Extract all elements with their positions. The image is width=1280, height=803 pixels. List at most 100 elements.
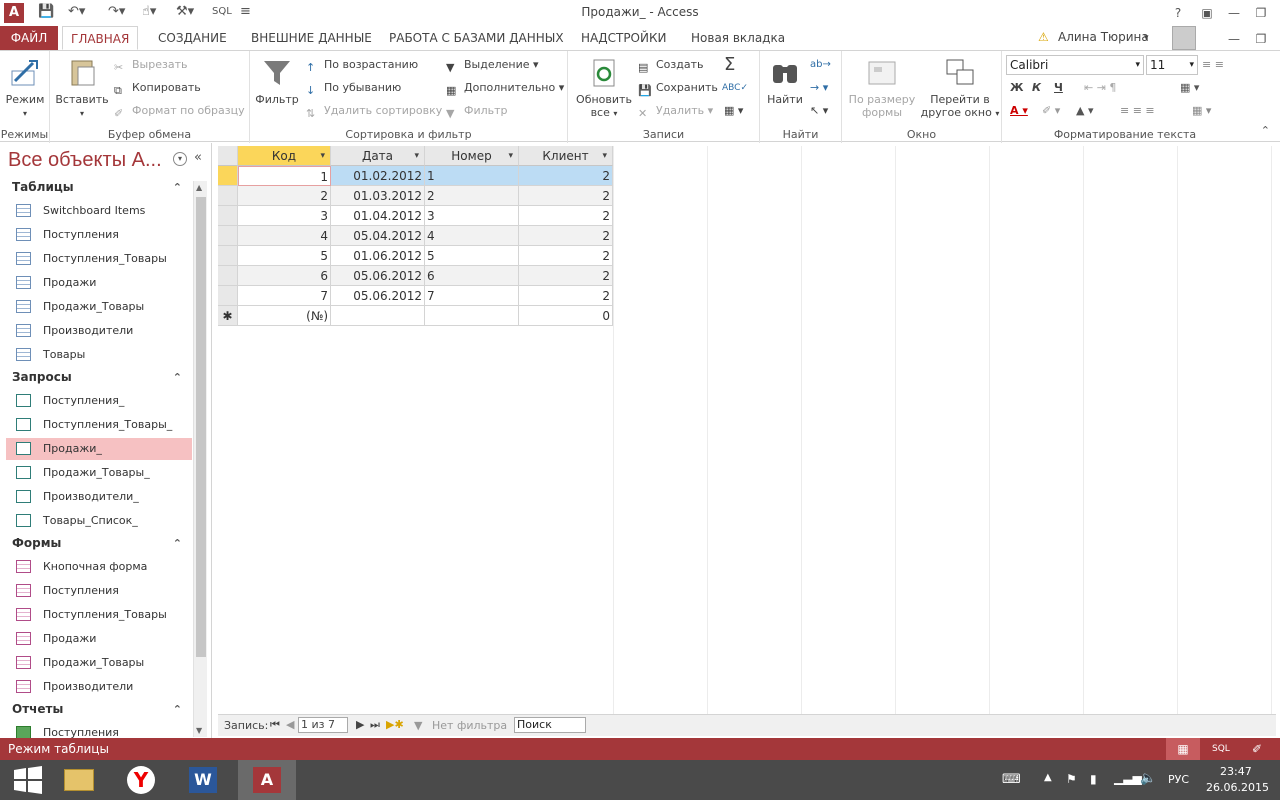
nav-item[interactable]: Кнопочная форма <box>6 556 192 578</box>
keyboard-icon[interactable]: ⌨ <box>1002 772 1021 787</box>
indent-icon[interactable]: ⇤ ⇥ ¶ <box>1084 78 1116 98</box>
nav-item[interactable]: Поступления_Товары_ <box>6 414 192 436</box>
table-cell[interactable]: 5 <box>238 246 331 266</box>
totals-icon[interactable]: Σ <box>724 55 735 75</box>
tab-new[interactable]: Новая вкладка <box>683 26 793 50</box>
row-selector[interactable] <box>218 226 238 246</box>
nav-item[interactable]: Поступления <box>6 580 192 602</box>
spelling-icon[interactable]: ABC✓ <box>722 78 748 98</box>
collapse-section-icon[interactable]: ⌃ <box>173 367 182 389</box>
row-selector[interactable] <box>218 266 238 286</box>
user-name[interactable]: Алина Тюрина <box>1058 30 1149 44</box>
table-cell[interactable]: 05.06.2012 <box>331 286 425 306</box>
selection-button[interactable]: ▼ Выделение ▾ <box>446 55 539 75</box>
goto-icon[interactable]: → ▾ <box>810 78 828 98</box>
refresh-all-button[interactable]: Обновить все ▾ <box>572 55 636 125</box>
help-button[interactable]: ? <box>1166 3 1190 23</box>
table-cell[interactable]: 01.03.2012 <box>331 186 425 206</box>
restore-button[interactable]: ❐ <box>1249 3 1273 23</box>
table-cell[interactable]: 2 <box>519 266 613 286</box>
table-cell[interactable]: 5 <box>425 246 519 266</box>
remove-sort-button[interactable]: ⇅ Удалить сортировку <box>306 101 442 121</box>
save-record-button[interactable]: 💾 Сохранить <box>638 78 718 98</box>
avatar[interactable] <box>1172 26 1196 50</box>
shutter-bar-icon[interactable]: « <box>194 150 202 165</box>
nav-item[interactable]: Товары_Список_ <box>6 510 192 532</box>
column-header[interactable]: Клиент ▾ <box>519 146 613 166</box>
table-cell[interactable]: 6 <box>238 266 331 286</box>
next-record-icon[interactable]: ▶ <box>356 718 364 731</box>
nav-menu-icon[interactable]: ▾ <box>173 152 187 166</box>
tab-file[interactable]: ФАЙЛ <box>0 26 58 50</box>
nav-item[interactable]: Продажи_ <box>6 438 192 460</box>
access-taskbar-button[interactable]: A <box>238 760 296 800</box>
column-filter-dropdown-icon[interactable]: ▾ <box>414 146 419 166</box>
more-records-icon[interactable]: ▦ ▾ <box>724 101 743 121</box>
table-cell[interactable]: 1 <box>238 166 331 186</box>
row-selector[interactable] <box>218 206 238 226</box>
collapse-section-icon[interactable]: ⌃ <box>173 177 182 199</box>
paste-button[interactable]: Вставить ▾ <box>54 55 110 125</box>
doc-restore-button[interactable]: ❐ <box>1249 29 1273 49</box>
table-cell[interactable]: 3 <box>425 206 519 226</box>
first-record-icon[interactable]: ⏮ <box>270 718 280 732</box>
italic-button[interactable]: К <box>1032 78 1041 98</box>
font-size-combo[interactable]: 11 ▾ <box>1146 55 1198 75</box>
font-color-icon[interactable]: A ▾ <box>1010 101 1028 121</box>
find-button[interactable]: Найти <box>762 55 808 125</box>
table-cell[interactable]: 1 <box>425 166 519 186</box>
tab-external-data[interactable]: ВНЕШНИЕ ДАННЫЕ <box>243 26 380 50</box>
ribbon-display-icon[interactable]: ▣ <box>1195 3 1219 23</box>
nav-item[interactable]: Поступления_ <box>6 390 192 412</box>
signal-icon[interactable]: ▁▃▅ <box>1114 771 1142 785</box>
table-cell[interactable]: 2 <box>519 206 613 226</box>
table-cell[interactable]: 2 <box>519 246 613 266</box>
table-cell[interactable]: 7 <box>425 286 519 306</box>
delete-record-button[interactable]: ✕ Удалить ▾ <box>638 101 713 121</box>
nav-section-tables[interactable]: Таблицы ⌃ <box>6 176 192 198</box>
row-selector[interactable] <box>218 246 238 266</box>
datasheet-view-icon[interactable]: ▦ <box>1166 738 1200 760</box>
no-filter-icon[interactable]: ▼ <box>414 719 422 732</box>
last-record-icon[interactable]: ⏭ <box>370 718 380 732</box>
gridlines-icon[interactable]: ▦ ▾ <box>1180 78 1199 98</box>
nav-item[interactable]: Поступления_Товары <box>6 248 192 270</box>
nav-item[interactable]: Продажи_Товары <box>6 296 192 318</box>
font-name-combo[interactable]: Calibri ▾ <box>1006 55 1144 75</box>
clock-date[interactable]: 26.06.2015 <box>1206 781 1269 794</box>
size-to-fit-button[interactable]: По размеру формы <box>846 55 918 125</box>
nav-title[interactable]: Все объекты A... <box>8 149 162 172</box>
column-header[interactable]: Дата ▾ <box>331 146 425 166</box>
nav-item[interactable]: Продажи <box>6 272 192 294</box>
prev-record-icon[interactable]: ◀ <box>286 718 294 731</box>
table-cell[interactable]: 01.04.2012 <box>331 206 425 226</box>
doc-minimize-button[interactable]: — <box>1222 29 1246 49</box>
table-cell[interactable]: 01.02.2012 <box>331 166 425 186</box>
sort-ascending-button[interactable]: ↑ По возрастанию <box>306 55 418 75</box>
sort-descending-button[interactable]: ↓ По убыванию <box>306 78 401 98</box>
table-cell[interactable]: 2 <box>238 186 331 206</box>
filter-button[interactable]: Фильтр <box>252 55 302 125</box>
nav-item[interactable]: Поступления_Товары <box>6 604 192 626</box>
collapse-section-icon[interactable]: ⌃ <box>173 699 182 721</box>
table-cell[interactable]: 6 <box>425 266 519 286</box>
table-cell[interactable]: 7 <box>238 286 331 306</box>
explorer-taskbar-button[interactable] <box>50 760 108 800</box>
sql-view-button[interactable]: SQL <box>1212 738 1230 760</box>
table-cell[interactable]: 2 <box>519 166 613 186</box>
highlight-icon[interactable]: ✐ ▾ <box>1042 101 1060 121</box>
table-cell[interactable]: 0 <box>519 306 613 326</box>
nav-item[interactable]: Поступления <box>6 224 192 246</box>
select-all-cell[interactable] <box>218 146 238 166</box>
search-input[interactable]: Поиск <box>514 717 586 733</box>
cut-button[interactable]: ✂ Вырезать <box>114 55 187 75</box>
scroll-down-icon[interactable]: ▼ <box>196 726 202 735</box>
table-cell[interactable] <box>425 306 519 326</box>
collapse-ribbon-icon[interactable]: ⌃ <box>1261 124 1270 137</box>
nav-item[interactable]: Продажи <box>6 628 192 650</box>
table-cell[interactable]: 4 <box>238 226 331 246</box>
collapse-section-icon[interactable]: ⌃ <box>173 533 182 555</box>
nav-item[interactable]: Продажи_Товары_ <box>6 462 192 484</box>
column-filter-dropdown-icon[interactable]: ▾ <box>320 146 325 166</box>
table-cell[interactable]: 3 <box>238 206 331 226</box>
